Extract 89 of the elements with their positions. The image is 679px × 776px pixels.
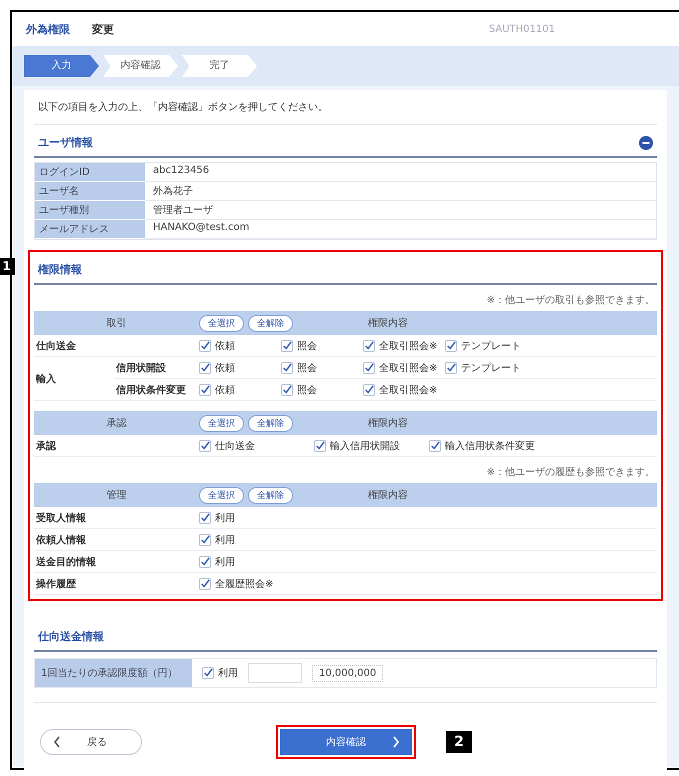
checkbox[interactable] (199, 512, 211, 524)
checkbox-label: 利用 (215, 512, 235, 524)
confirm-button[interactable]: 内容確認 (280, 729, 412, 755)
checkbox-label: 輸入信用状開設 (330, 440, 400, 452)
checkbox-label: 全履歴照会※ (215, 578, 274, 590)
checkbox[interactable] (199, 578, 211, 590)
checkbox[interactable] (363, 340, 375, 352)
page-subtitle: 変更 (92, 22, 114, 36)
checkbox-label: 利用 (215, 534, 235, 546)
table-header-cell: 1回当たりの承認限度額（円） (35, 659, 192, 687)
table-header-cell: ログインID (35, 163, 145, 182)
instruction-text: 以下の項目を入力の上、「内容確認」ボタンを押してください。 (34, 90, 657, 125)
checkbox-label: 照会 (297, 362, 317, 374)
checkbox[interactable] (445, 340, 457, 352)
collapse-icon[interactable] (639, 136, 653, 150)
table-header-cell: ユーザ種別 (35, 201, 145, 220)
checkbox[interactable] (281, 340, 293, 352)
column-header: 取引 (106, 317, 128, 330)
table-cell: 管理者ユーザ (145, 201, 656, 220)
table-cell: 仕向送金 (34, 335, 199, 357)
checkbox[interactable] (363, 362, 375, 374)
table-cell: 承認 (34, 435, 199, 457)
note-text: ※：他ユーザの取引も参照できます。 (486, 294, 656, 308)
table-cell: abc123456 (145, 163, 656, 182)
clear-all-button[interactable]: 全解除 (248, 314, 293, 332)
checkbox-label: 全取引照会※ (379, 362, 438, 374)
checkbox[interactable] (202, 667, 214, 679)
section-title: 仕向送金情報 (38, 629, 104, 644)
checkbox-label: 仕向送金 (215, 440, 255, 452)
checkbox-label: 輸入信用状条件変更 (445, 440, 535, 452)
column-header: 権限内容 (368, 488, 409, 502)
column-header: 権限内容 (368, 316, 409, 330)
checkbox-label: 全取引照会※ (379, 384, 438, 396)
screen-id: SAUTH01101 (488, 24, 555, 34)
checkbox[interactable] (429, 440, 441, 452)
note-text: ※：他ユーザの履歴も参照できます。 (486, 466, 656, 480)
checkbox-label: 依頼 (215, 362, 235, 374)
progress-step: 完了 (182, 55, 257, 77)
callout-number: 1 (0, 258, 15, 275)
column-header: 管理 (106, 489, 128, 502)
checkbox-label: テンプレート (461, 362, 521, 374)
checkbox[interactable] (199, 340, 211, 352)
select-all-button[interactable]: 全選択 (199, 486, 244, 504)
checkbox[interactable] (199, 534, 211, 546)
table-cell: 操作履歴 (34, 573, 199, 595)
checkbox[interactable] (445, 362, 457, 374)
table-cell: 輸入 (34, 357, 114, 401)
select-all-button[interactable]: 全選択 (199, 314, 244, 332)
checkbox[interactable] (199, 556, 211, 568)
clear-all-button[interactable]: 全解除 (248, 414, 293, 432)
progress-step: 内容確認 (103, 55, 178, 77)
chevron-left-icon (53, 736, 61, 748)
amount-input-field[interactable] (248, 663, 302, 683)
table-cell: 信用状条件変更 (114, 379, 199, 401)
checkbox[interactable] (199, 362, 211, 374)
checkbox-label: 照会 (297, 384, 317, 396)
table-cell: HANAKO@test.com (145, 220, 656, 239)
checkbox[interactable] (363, 384, 375, 396)
checkbox[interactable] (281, 362, 293, 374)
table-cell: 外為花子 (145, 182, 656, 201)
section-title: ユーザ情報 (38, 135, 93, 150)
table-header-cell: メールアドレス (35, 220, 145, 239)
checkbox-label: 照会 (297, 340, 317, 352)
section-title: 権限情報 (38, 262, 82, 277)
checkbox-label: 全取引照会※ (379, 340, 438, 352)
column-header: 承認 (106, 416, 128, 430)
table-cell: 送金目的情報 (34, 551, 199, 573)
clear-all-button[interactable]: 全解除 (248, 486, 293, 504)
checkbox-label: 依頼 (215, 340, 235, 352)
checkbox[interactable] (314, 440, 326, 452)
checkbox-label: テンプレート (461, 340, 521, 352)
table-cell: 信用状開設 (114, 357, 199, 379)
table-cell: 依頼人情報 (34, 529, 199, 551)
column-header: 権限内容 (368, 416, 409, 430)
page-title: 外為権限 (26, 22, 70, 36)
amount-text: 10,000,000 (312, 664, 384, 682)
back-button[interactable]: 戻る (40, 729, 142, 755)
checkbox-label: 利用 (218, 666, 238, 680)
select-all-button[interactable]: 全選択 (199, 414, 244, 432)
checkbox[interactable] (199, 384, 211, 396)
chevron-right-icon (392, 736, 400, 748)
checkbox-label: 依頼 (215, 384, 235, 396)
checkbox[interactable] (281, 384, 293, 396)
table-header-cell: ユーザ名 (35, 182, 145, 201)
checkbox[interactable] (199, 440, 211, 452)
progress-step: 入力 (24, 55, 99, 77)
callout-number: 2 (446, 731, 472, 753)
table-cell: 受取人情報 (34, 507, 199, 529)
checkbox-label: 利用 (215, 556, 235, 568)
